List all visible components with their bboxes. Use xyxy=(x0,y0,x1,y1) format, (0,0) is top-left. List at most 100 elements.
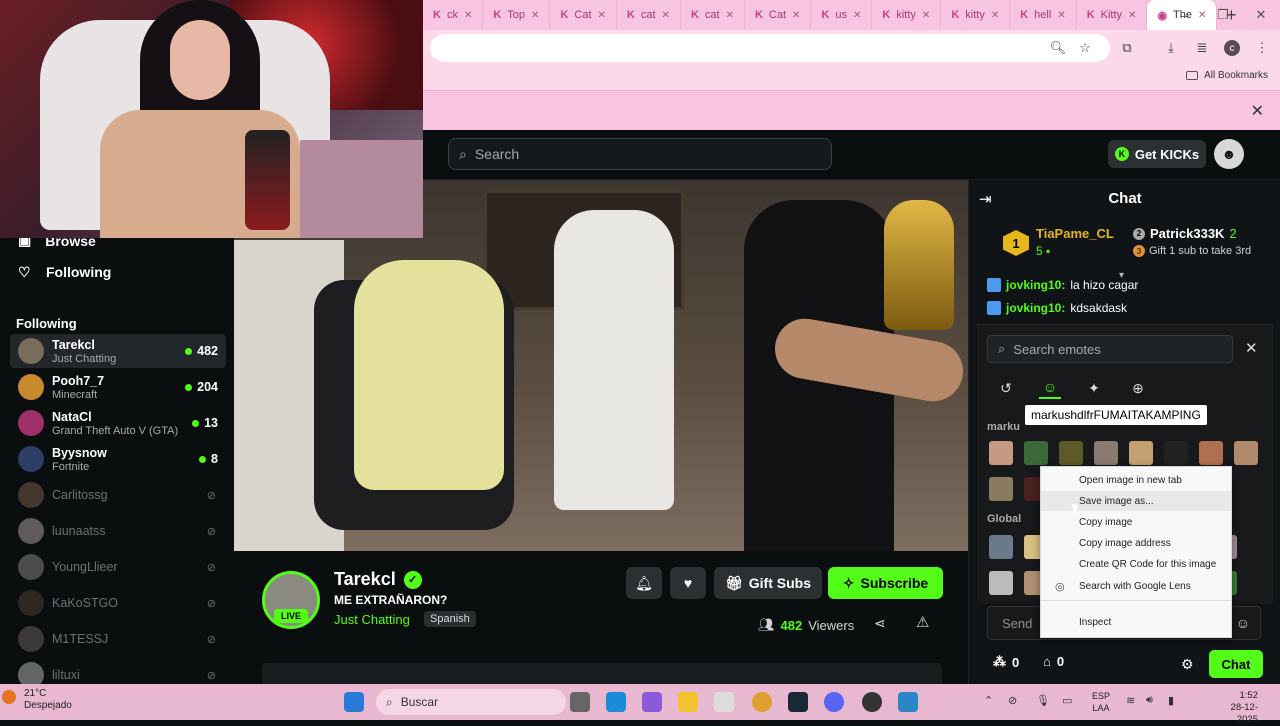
channel-emotes-tab[interactable]: ☺ xyxy=(1039,377,1061,399)
following-channel[interactable]: Tarekcl Just Chatting 482 xyxy=(10,334,226,368)
emoji-icon[interactable]: ☺ xyxy=(1236,615,1250,631)
subscriber-emotes-tab[interactable]: ✦ xyxy=(1083,377,1105,399)
tray-overflow-icon[interactable]: ⌃ xyxy=(984,694,993,707)
chrome-icon[interactable] xyxy=(752,692,772,712)
gift-subs-button[interactable]: 🎁︎ Gift Subs xyxy=(714,567,822,599)
steam-icon[interactable] xyxy=(788,692,808,712)
close-tab-icon[interactable]: ✕ xyxy=(991,10,999,21)
following-channel[interactable]: Carlitossg ⊘ xyxy=(10,478,226,512)
browser-tab[interactable]: Kkitty ✕ xyxy=(941,0,1011,30)
profile-avatar[interactable]: c xyxy=(1224,40,1240,56)
store-icon[interactable] xyxy=(714,692,734,712)
emote[interactable] xyxy=(1094,441,1118,465)
emote[interactable] xyxy=(989,477,1013,501)
subscribe-button[interactable]: ✧ Subscribe xyxy=(828,567,943,599)
ctx-create-qr[interactable]: Create QR Code for this image xyxy=(1041,554,1231,574)
gift-prompt[interactable]: 3 Gift 1 sub to take 3rd xyxy=(1133,245,1251,257)
volume-icon[interactable]: 🔊︎ xyxy=(1146,694,1153,707)
obs-icon[interactable] xyxy=(862,692,882,712)
browser-tab[interactable]: Kcat ✕ xyxy=(617,0,681,30)
share-icon[interactable]: ⋖ xyxy=(874,615,886,632)
following-channel[interactable]: Byysnow Fortnite 8 xyxy=(10,442,226,476)
search-input[interactable]: ⌕ Search xyxy=(448,138,832,170)
following-channel[interactable]: NataCl Grand Theft Auto V (GTA) 13 xyxy=(10,406,226,440)
browser-tab[interactable]: K Cat ✕ xyxy=(550,0,617,30)
battery-icon[interactable]: ▮ xyxy=(1168,694,1174,707)
second-leader[interactable]: 2 Patrick333K 2 xyxy=(1133,226,1237,241)
bookmark-star-icon[interactable]: ☆ xyxy=(1075,38,1095,58)
close-emotes-icon[interactable]: ✕ xyxy=(1245,339,1258,357)
tray-icon[interactable]: ⊘ xyxy=(1008,694,1017,707)
copilot-icon[interactable] xyxy=(642,692,662,712)
wifi-icon[interactable]: ≋ xyxy=(1126,694,1135,707)
close-tab-icon[interactable]: ✕ xyxy=(853,10,861,21)
browser-tab[interactable]: Khell ✕ xyxy=(1010,0,1077,30)
collapse-chat-icon[interactable]: ⇥ xyxy=(979,190,992,208)
emote[interactable] xyxy=(989,535,1013,559)
emote[interactable] xyxy=(1164,441,1188,465)
all-bookmarks-button[interactable]: All Bookmarks xyxy=(1186,70,1268,81)
nav-following[interactable]: ♡ Following xyxy=(18,264,111,280)
language-indicator[interactable]: ESP LAA xyxy=(1092,690,1110,714)
weather-widget[interactable]: 21°C Despejado xyxy=(24,688,72,712)
mic-icon[interactable]: 🎙︎ xyxy=(1036,694,1050,707)
chat-username[interactable]: jovking10: xyxy=(1006,278,1065,292)
browser-tab[interactable]: K Kitty ✕ xyxy=(1077,0,1148,30)
get-kicks-button[interactable]: K Get KICKs xyxy=(1108,140,1206,168)
leader-name[interactable]: TiaPame_CL xyxy=(1036,226,1114,241)
user-avatar[interactable]: ☻ xyxy=(1214,139,1244,169)
channel-name[interactable]: Tarekcl xyxy=(334,569,396,590)
browser-tab[interactable]: Kck ✕ xyxy=(423,0,484,30)
close-tab-icon[interactable]: ✕ xyxy=(922,10,930,21)
edge-icon[interactable] xyxy=(606,692,626,712)
global-emotes-tab[interactable]: ⊕ xyxy=(1127,377,1149,399)
notification-button[interactable]: 🔔︎ xyxy=(626,567,662,599)
app-icon[interactable] xyxy=(898,692,918,712)
browser-tab[interactable]: Kus ✕ xyxy=(811,0,873,30)
minimize-icon[interactable]: – xyxy=(1166,0,1204,30)
menu-icon[interactable]: ⋮ xyxy=(1252,38,1272,58)
following-channel[interactable]: YoungLlieer ⊘ xyxy=(10,550,226,584)
discord-icon[interactable] xyxy=(824,692,844,712)
send-chat-button[interactable]: Chat xyxy=(1209,650,1263,678)
emote[interactable] xyxy=(1199,441,1223,465)
chat-username[interactable]: jovking10: xyxy=(1006,301,1065,315)
following-channel[interactable]: M1TESSJ ⊘ xyxy=(10,622,226,656)
ctx-copy-image-address[interactable]: Copy image address xyxy=(1041,533,1231,553)
url-bar[interactable] xyxy=(430,34,1110,62)
gear-icon[interactable]: ⚙ xyxy=(1181,656,1194,673)
close-tab-icon[interactable]: ✕ xyxy=(531,10,539,21)
browser-tab[interactable]: K Cat ✕ xyxy=(745,0,812,30)
close-tab-icon[interactable]: ✕ xyxy=(1128,10,1136,21)
media-control-icon[interactable]: ≣ xyxy=(1192,38,1212,58)
close-tab-icon[interactable]: ✕ xyxy=(464,10,472,21)
browser-tab[interactable]: Kkitty ✕ xyxy=(872,0,942,30)
maximize-icon[interactable]: ❐ xyxy=(1204,0,1242,30)
emote[interactable] xyxy=(1059,441,1083,465)
zoom-icon[interactable]: 🔍︎ xyxy=(1048,38,1068,58)
taskbar-search[interactable]: ⌕ Buscar xyxy=(376,689,566,715)
close-tab-icon[interactable]: ✕ xyxy=(792,10,800,21)
close-tab-icon[interactable]: ✕ xyxy=(726,10,734,21)
clock[interactable]: 1:52 28-12-2025 xyxy=(1210,690,1258,726)
file-explorer-icon[interactable] xyxy=(678,692,698,712)
ctx-inspect[interactable]: Inspect xyxy=(1041,612,1231,632)
stream-category[interactable]: Just Chatting xyxy=(334,612,410,627)
emote[interactable] xyxy=(989,441,1013,465)
extensions-icon[interactable]: ⧉ xyxy=(1117,38,1137,58)
emote[interactable] xyxy=(1234,441,1258,465)
ctx-save-image[interactable]: Save image as... xyxy=(1041,491,1231,511)
close-infobar-icon[interactable]: ✕ xyxy=(1251,101,1264,121)
following-channel[interactable]: Pooh7_7 Minecraft 204 xyxy=(10,370,226,404)
close-tab-icon[interactable]: ✕ xyxy=(1057,10,1065,21)
tray-icon[interactable]: ▭ xyxy=(1062,694,1072,707)
windows-start-icon[interactable] xyxy=(344,692,364,712)
emote[interactable] xyxy=(1129,441,1153,465)
ctx-copy-image[interactable]: Copy image xyxy=(1041,512,1231,532)
close-tab-icon[interactable]: ✕ xyxy=(662,10,670,21)
download-icon[interactable]: ⤓ xyxy=(1161,38,1181,58)
browser-tab[interactable]: Kcat ✕ xyxy=(681,0,745,30)
language-tag[interactable]: Spanish xyxy=(424,611,476,627)
emote[interactable] xyxy=(1024,441,1048,465)
following-channel[interactable]: luunaatss ⊘ xyxy=(10,514,226,548)
